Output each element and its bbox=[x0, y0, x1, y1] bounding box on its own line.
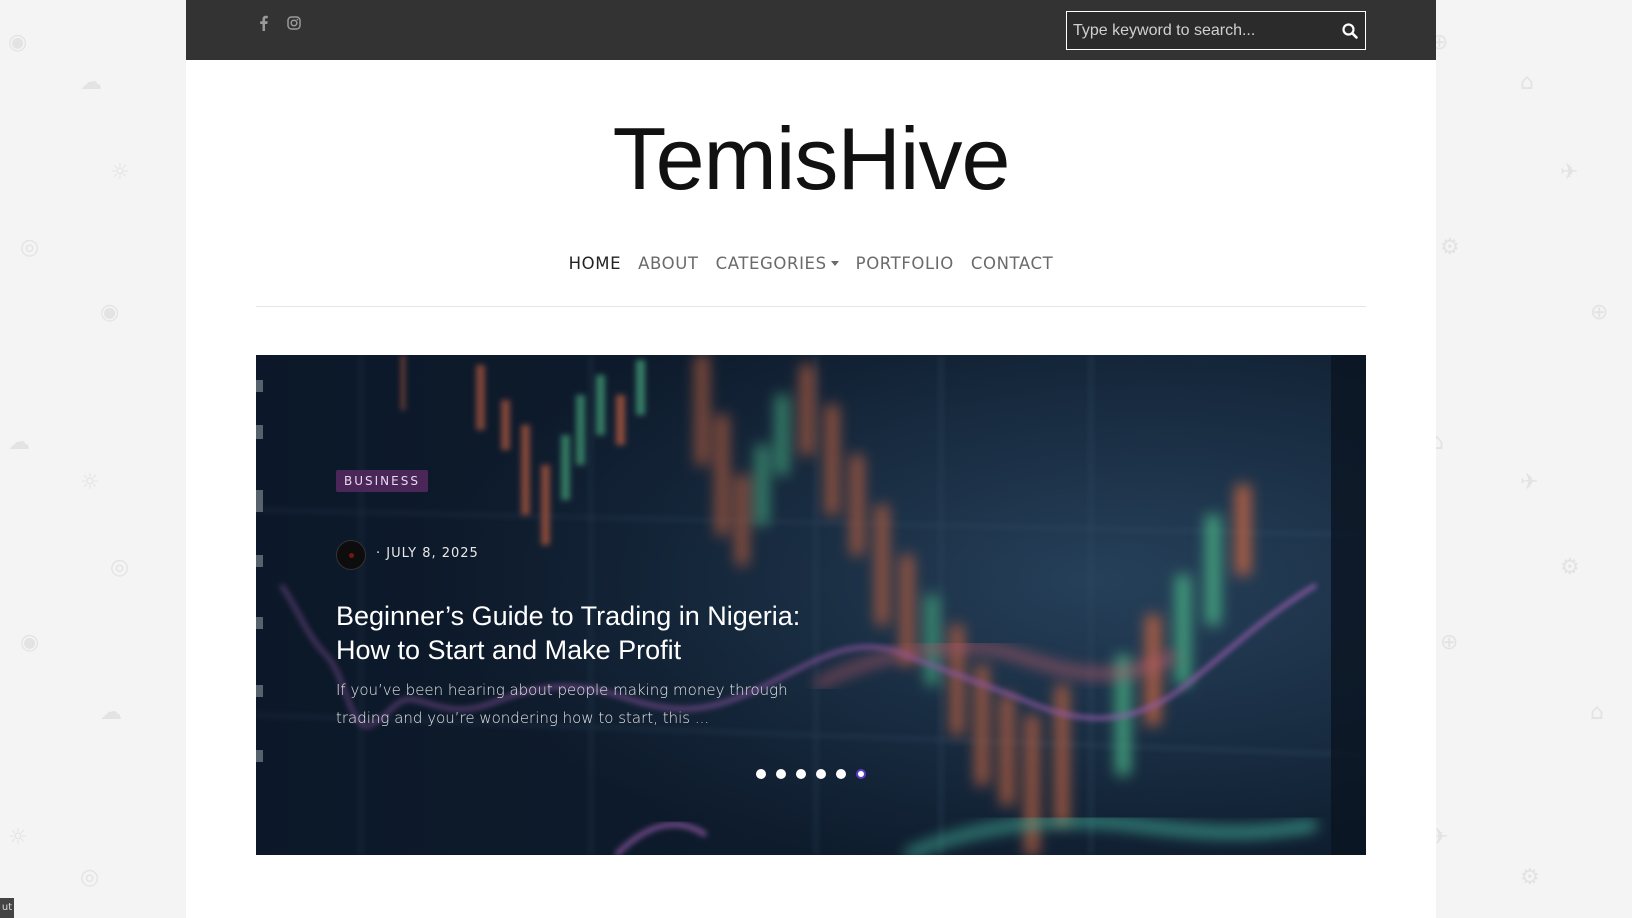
background-pattern-icon: ⌂ bbox=[1520, 70, 1534, 95]
nav-divider bbox=[256, 306, 1366, 307]
background-pattern-icon: ◉ bbox=[8, 30, 28, 55]
background-pattern-icon: ☼ bbox=[110, 160, 130, 185]
background-pattern-icon: ⊕ bbox=[1590, 300, 1609, 325]
nav-item-label: CATEGORIES bbox=[715, 254, 827, 273]
search-input[interactable] bbox=[1067, 12, 1327, 49]
slider-dot[interactable] bbox=[856, 769, 866, 779]
nav-item-label: HOME bbox=[568, 254, 622, 273]
search-button[interactable] bbox=[1341, 22, 1359, 40]
facebook-icon bbox=[260, 15, 268, 31]
category-badge[interactable]: BUSINESS bbox=[336, 470, 428, 492]
post-date: · JULY 8, 2025 bbox=[376, 546, 479, 561]
nav-item-label: ABOUT bbox=[638, 254, 699, 273]
background-pattern-icon: ☁ bbox=[8, 430, 30, 455]
background-pattern-icon: ⚙ bbox=[1440, 235, 1460, 260]
slider-dot[interactable] bbox=[796, 769, 806, 779]
background-pattern-icon: ⚙ bbox=[1520, 865, 1540, 890]
background-pattern-icon: ◎ bbox=[110, 555, 130, 580]
background-pattern-icon: ◉ bbox=[100, 300, 120, 325]
background-pattern-icon: ☁ bbox=[100, 700, 122, 725]
background-pattern-icon: ✈ bbox=[1560, 160, 1579, 185]
search-icon bbox=[1342, 23, 1358, 39]
facebook-link[interactable] bbox=[256, 14, 272, 32]
slider-dot[interactable] bbox=[836, 769, 846, 779]
slider-dot[interactable] bbox=[816, 769, 826, 779]
nav-item-about[interactable]: ABOUT bbox=[638, 254, 698, 273]
page-container: TemisHive HOME ABOUT CATEGORIES PORTFOLI… bbox=[186, 0, 1436, 918]
background-pattern-icon: ◎ bbox=[80, 865, 100, 890]
background-pattern-icon: ✈ bbox=[1520, 470, 1539, 495]
nav-item-label: CONTACT bbox=[970, 254, 1054, 273]
background-pattern-icon: ☼ bbox=[8, 825, 28, 850]
nav-item-label: PORTFOLIO bbox=[855, 254, 954, 273]
post-title-link[interactable]: Beginner’s Guide to Trading in Nigeria: … bbox=[336, 599, 826, 667]
corner-tag: ut bbox=[0, 898, 14, 918]
featured-slider[interactable]: BUSINESS · JULY 8, 2025 Beginner’s Guide… bbox=[256, 355, 1366, 855]
site-title[interactable]: TemisHive bbox=[186, 108, 1436, 210]
background-pattern-icon: ⊕ bbox=[1440, 630, 1459, 655]
instagram-link[interactable] bbox=[286, 14, 302, 32]
main-nav: HOME ABOUT CATEGORIES PORTFOLIO CONTACT bbox=[186, 254, 1436, 273]
background-pattern-icon: ⚙ bbox=[1560, 555, 1580, 580]
slider-dot[interactable] bbox=[776, 769, 786, 779]
background-pattern-icon: ◉ bbox=[20, 630, 40, 655]
instagram-icon bbox=[287, 16, 301, 30]
post-excerpt: If you’ve been hearing about people maki… bbox=[336, 681, 788, 727]
slider-pagination bbox=[756, 769, 866, 779]
background-pattern-icon: ☼ bbox=[80, 470, 100, 495]
background-pattern-icon: ☁ bbox=[80, 70, 102, 95]
nav-item-home[interactable]: HOME bbox=[569, 254, 621, 273]
author-avatar[interactable] bbox=[336, 540, 366, 570]
nav-item-categories[interactable]: CATEGORIES bbox=[716, 254, 839, 273]
slider-dot[interactable] bbox=[756, 769, 766, 779]
nav-item-contact[interactable]: CONTACT bbox=[971, 254, 1053, 273]
search-form bbox=[1066, 11, 1366, 50]
nav-item-portfolio[interactable]: PORTFOLIO bbox=[856, 254, 954, 273]
background-pattern-icon: ⌂ bbox=[1590, 700, 1604, 725]
top-bar bbox=[186, 0, 1436, 60]
background-pattern-icon: ◎ bbox=[20, 235, 40, 260]
caret-down-icon bbox=[830, 261, 839, 266]
social-links bbox=[256, 14, 302, 32]
